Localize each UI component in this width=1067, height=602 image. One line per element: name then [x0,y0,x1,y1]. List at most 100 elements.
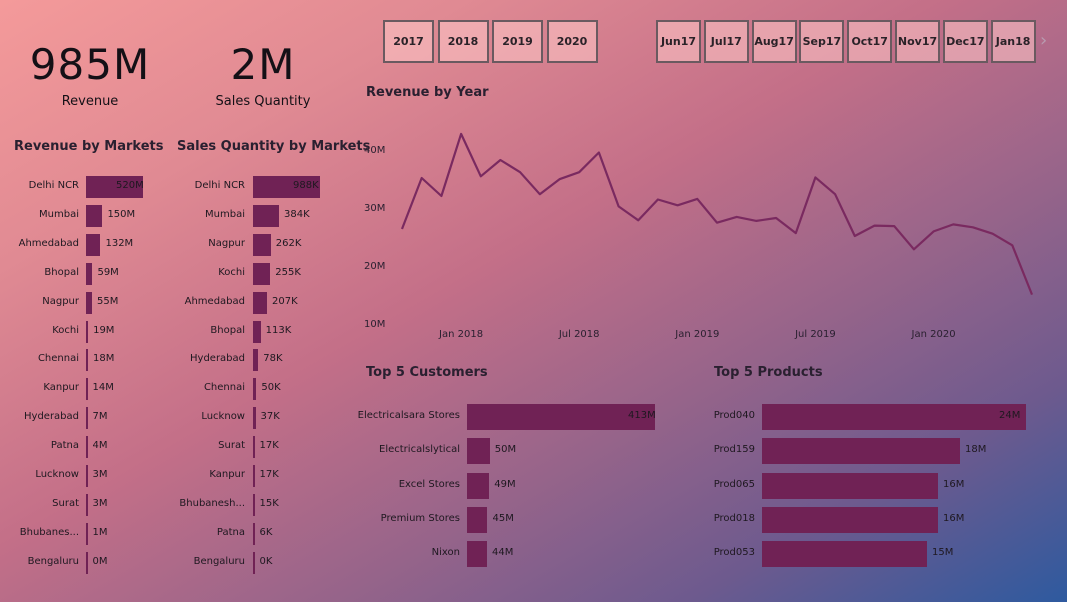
product-bar[interactable] [762,404,1026,430]
revenue-markets-title: Revenue by Markets [14,139,164,154]
revenue-market-label: Nagpur [42,295,79,307]
revenue-market-bar[interactable] [86,233,101,256]
revenue-market-bar[interactable] [86,465,88,487]
quantity-market-bar[interactable] [253,436,255,459]
quantity-market-bar[interactable] [253,233,271,256]
customer-bar[interactable] [467,404,655,430]
quantity-market-label: Delhi NCR [194,180,245,191]
product-label: Prod065 [713,478,755,490]
product-bar[interactable] [762,506,938,533]
revenue-market-value: 19M [93,324,115,336]
revenue-market-label: Mumbai [39,208,79,220]
quantity-market-bar[interactable] [253,522,255,545]
quantity-kpi-value: 2M [230,40,296,89]
product-bar[interactable] [762,541,927,568]
year-button-2019[interactable]: 2019 [492,20,543,63]
revenue-market-value: 132M [105,237,134,249]
month-button-oct-17[interactable]: Oct 17 [847,20,893,63]
top-products-title: Top 5 Products [714,365,823,380]
month-button-month: Jul [710,35,727,48]
product-value: 16M [943,478,965,490]
quantity-market-bar[interactable] [253,320,261,343]
revenue-market-value: 7M [92,411,108,423]
revenue-market-bar[interactable] [86,378,88,401]
quantity-kpi-label: Sales Quantity [215,94,311,109]
quantity-market-label: Patna [216,526,245,538]
revenue-market-label: Kanpur [43,382,79,394]
product-value: 15M [932,547,954,559]
revenue-market-label: Delhi NCR [28,180,79,191]
x-tick-label: Jan 2019 [674,329,719,340]
quantity-market-value: 37K [260,411,280,423]
revenue-market-value: 0M [92,555,108,567]
x-tick-label: Jan 2018 [438,329,483,340]
quantity-market-bar[interactable] [253,378,257,401]
customer-bar[interactable] [467,541,488,568]
quantity-market-label: Nagpur [208,237,245,249]
quantity-market-bar[interactable] [253,407,256,430]
month-button-nov-17[interactable]: Nov 17 [895,20,940,63]
revenue-market-bar[interactable] [86,522,88,545]
month-button-jul-17[interactable]: Jul 17 [703,20,749,63]
revenue-market-bar[interactable] [86,262,93,285]
customer-value: 49M [494,478,516,490]
month-button-jan-18[interactable]: Jan 18 [990,20,1036,63]
quantity-market-bar[interactable] [253,551,255,574]
quantity-market-value: 15K [259,497,279,509]
revenue-market-value: 520M [116,180,144,191]
revenue-market-bar[interactable] [86,493,88,516]
customer-bar[interactable] [467,506,488,533]
customer-label: Electricalsara Stores [357,410,460,421]
revenue-market-bar[interactable] [86,436,88,459]
revenue-market-bar[interactable] [86,551,88,574]
quantity-market-bar[interactable] [253,291,268,314]
quantity-market-value: 207K [272,295,298,307]
month-button-aug-17[interactable]: Aug 17 [751,20,797,63]
month-button-month: Jun [660,35,681,48]
y-tick-label: 30M [364,203,385,214]
year-button-2018[interactable]: 2018 [437,20,489,63]
chevron-right-icon[interactable]: › [1040,30,1047,51]
quantity-market-bar[interactable] [253,204,280,227]
y-tick-label: 20M [364,261,385,272]
customer-bar[interactable] [467,438,490,465]
customer-label: Excel Stores [398,478,460,490]
month-button-year: 18 [1015,35,1031,48]
x-tick-label: Jul 2019 [794,329,836,340]
customer-bar[interactable] [467,472,490,499]
revenue-series-line[interactable] [400,132,1034,296]
quantity-market-label: Surat [218,440,245,452]
revenue-market-bar[interactable] [86,320,89,343]
product-label: Prod053 [713,547,755,559]
quantity-market-label: Kanpur [209,469,245,480]
revenue-market-bar[interactable] [86,349,88,372]
quantity-market-bar[interactable] [253,493,255,516]
revenue-market-value: 4M [92,440,108,452]
quantity-market-bar[interactable] [253,349,259,372]
month-button-sep-17[interactable]: Sep 17 [799,20,845,63]
year-button-2017[interactable]: 2017 [383,20,434,63]
quantity-market-bar[interactable] [253,262,271,285]
revenue-market-value: 3M [92,497,108,509]
x-tick-label: Jan 2020 [911,329,956,340]
customer-label: Nixon [431,547,460,559]
revenue-market-bar[interactable] [86,407,88,430]
quantity-market-label: Chennai [203,382,245,394]
revenue-market-bar[interactable] [86,291,93,314]
revenue-market-label: Surat [52,497,79,509]
revenue-market-bar[interactable] [86,204,103,227]
month-button-dec-17[interactable]: Dec 17 [942,20,988,63]
month-button-year: 17 [872,35,888,48]
product-bar[interactable] [762,438,960,465]
y-tick-label: 40M [364,145,385,156]
product-bar[interactable] [762,472,938,499]
month-button-month: Jan [995,35,1016,48]
quantity-market-value: 6K [259,526,273,538]
month-button-jun-17[interactable]: Jun 17 [656,20,701,63]
month-button-month: Sep [802,35,826,48]
revenue-market-label: Bengaluru [27,555,79,567]
quantity-market-bar[interactable] [253,465,255,487]
revenue-market-label: Ahmedabad [18,237,79,249]
revenue-kpi-label: Revenue [61,94,119,109]
year-button-2020[interactable]: 2020 [546,20,598,63]
